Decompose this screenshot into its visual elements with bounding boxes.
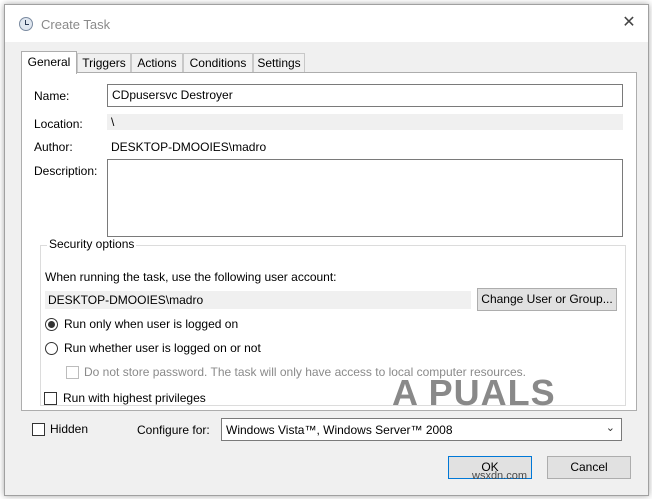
configure-for-value: Windows Vista™, Windows Server™ 2008 (226, 423, 453, 437)
radio-whether-logged-on-label[interactable]: Run whether user is logged on or not (64, 341, 261, 355)
description-field[interactable] (107, 159, 623, 237)
general-panel: Name: CDpusersvc Destroyer Location: \ A… (21, 72, 637, 411)
tab-conditions[interactable]: Conditions (183, 53, 253, 72)
name-field[interactable]: CDpusersvc Destroyer (107, 84, 623, 107)
description-label: Description: (34, 164, 98, 178)
configure-for-label: Configure for: (137, 423, 210, 437)
account-prompt: When running the task, use the following… (45, 270, 337, 284)
tab-general[interactable]: General (21, 51, 77, 74)
security-options-title: Security options (47, 237, 137, 251)
radio-whether-logged-on[interactable] (45, 342, 58, 355)
radio-logged-on-label[interactable]: Run only when user is logged on (64, 317, 238, 331)
location-label: Location: (34, 117, 83, 131)
highest-privileges-checkbox[interactable] (44, 392, 57, 405)
tab-actions[interactable]: Actions (131, 53, 183, 72)
highest-privileges-label[interactable]: Run with highest privileges (63, 391, 206, 405)
name-label: Name: (34, 89, 70, 103)
chevron-down-icon: ⌄ (605, 422, 615, 434)
close-button[interactable]: ✕ (618, 13, 640, 33)
create-task-window: Create Task ✕ General Triggers Actions C… (4, 4, 649, 496)
hidden-checkbox[interactable] (32, 423, 45, 436)
location-value: \ (107, 114, 623, 130)
radio-logged-on[interactable] (45, 318, 58, 331)
window-title: Create Task (41, 17, 111, 32)
author-label: Author: (34, 140, 73, 154)
tab-settings[interactable]: Settings (253, 53, 305, 72)
appuals-watermark: A PUALS (392, 372, 556, 413)
hidden-label[interactable]: Hidden (50, 422, 88, 436)
tab-triggers[interactable]: Triggers (77, 53, 131, 72)
site-watermark: wsxdn.com (472, 470, 528, 482)
title-bar: Create Task ✕ (5, 5, 648, 42)
author-value: DESKTOP-DMOOIES\madro (111, 140, 267, 154)
change-user-button[interactable]: Change User or Group... (477, 288, 617, 311)
user-account-value: DESKTOP-DMOOIES\madro (45, 291, 471, 309)
configure-for-select[interactable]: Windows Vista™, Windows Server™ 2008 ⌄ (221, 418, 622, 441)
no-store-password-checkbox (66, 366, 79, 379)
clock-icon (19, 17, 33, 31)
cancel-button[interactable]: Cancel (547, 456, 631, 479)
